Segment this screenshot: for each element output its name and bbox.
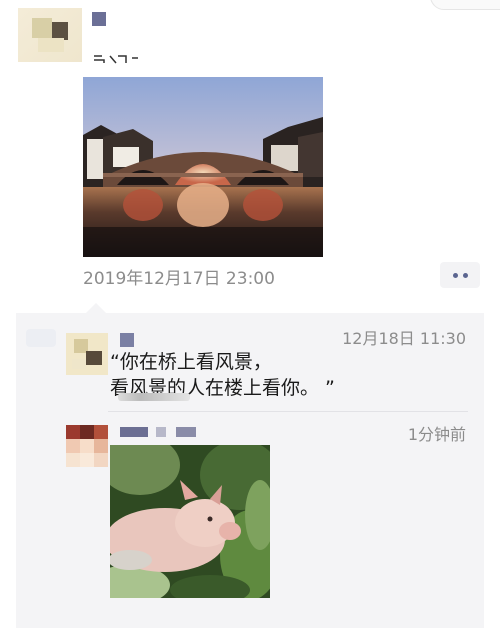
comment-panel: 12月18日 11:30 “你在桥上看风景， 看风景的人在楼上看你。 ” 1分钟… xyxy=(16,303,484,628)
comment-photo-pig[interactable] xyxy=(110,445,270,598)
likes-area-pixelated xyxy=(26,329,56,347)
post-photo-bridge[interactable] xyxy=(83,77,323,257)
comment-text-pixelated xyxy=(118,393,190,401)
author-avatar[interactable] xyxy=(18,8,82,62)
more-dots-icon-2 xyxy=(462,272,468,278)
more-dots-icon xyxy=(452,272,458,278)
commenter-name-pixelated[interactable] xyxy=(120,333,134,347)
post-timestamp: 2019年12月17日 23:00 xyxy=(83,269,275,289)
comment-divider xyxy=(108,411,468,412)
comment-timestamp: 12月18日 11:30 xyxy=(342,329,466,348)
commenter-name-pixelated[interactable] xyxy=(120,427,196,437)
commenter-avatar[interactable] xyxy=(66,425,108,467)
more-actions-button[interactable] xyxy=(440,262,480,288)
previous-item-edge xyxy=(430,0,500,10)
author-name-pixelated[interactable] xyxy=(92,12,106,26)
post-text-fragment xyxy=(92,54,148,64)
commenter-avatar[interactable] xyxy=(66,333,108,375)
comment-line-1: “你在桥上看风景， xyxy=(110,351,272,373)
comment-timestamp: 1分钟前 xyxy=(407,425,466,444)
